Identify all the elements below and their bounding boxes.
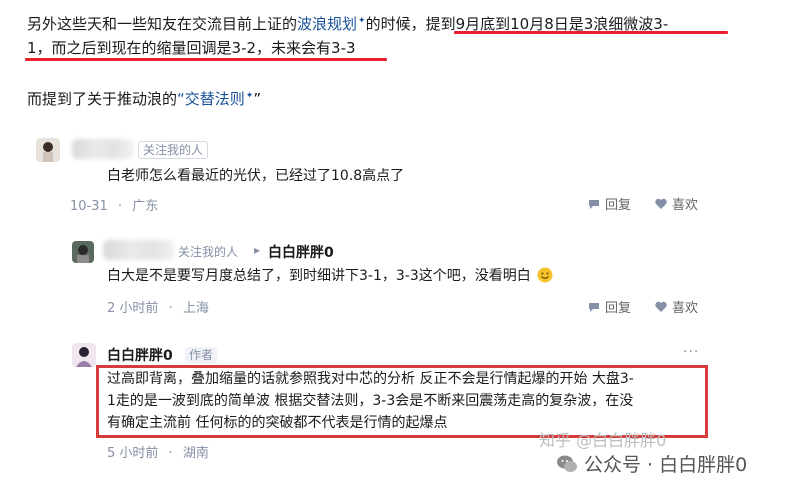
wechat-icon xyxy=(557,455,577,472)
comment-bubble-icon xyxy=(589,302,599,312)
reply-button[interactable]: 回复 xyxy=(587,297,631,316)
avatar[interactable] xyxy=(36,138,60,162)
comment-location: 上海 xyxy=(182,301,209,316)
comment-text-line-2: 1走的是一波到底的简单波 根据交替法则，3-3会是不断来回震荡走高的复杂波，在没 xyxy=(107,393,634,409)
comment-meta: 2 小时前 · 上海 xyxy=(107,297,209,316)
alternation-rule-link[interactable]: “交替法则 xyxy=(177,90,245,108)
meta-dot: · xyxy=(168,301,173,316)
reply-label: 回复 xyxy=(605,198,632,213)
comment-meta: 10-31 · 广东 xyxy=(70,195,158,214)
follow-tag: 关注我的人 xyxy=(178,245,239,259)
heart-icon xyxy=(655,301,667,312)
author-avatar[interactable] xyxy=(72,343,96,367)
comment-date: 5 小时前 xyxy=(107,446,159,461)
like-label: 喜欢 xyxy=(672,301,699,316)
meta-dot: · xyxy=(168,446,173,461)
article-line-3: 而提到了关于推动浪的“交替法则✦” xyxy=(27,86,261,109)
follow-tag: 关注我的人 xyxy=(138,141,209,159)
comment-text-line-1: 过高即背离，叠加缩量的话就参照我对中芯的分析 反正不会是行情起爆的开始 大盘3- xyxy=(107,371,634,387)
like-label: 喜欢 xyxy=(672,198,699,213)
username-blurred xyxy=(72,139,134,159)
like-button[interactable]: 喜欢 xyxy=(654,297,698,316)
avatar[interactable] xyxy=(72,241,94,263)
sparkle-icon: ✦ xyxy=(358,16,366,26)
wechat-watermark-text: 公众号 · 白白胖胖0 xyxy=(584,454,748,476)
red-underline xyxy=(25,58,387,61)
heart-icon xyxy=(655,198,667,209)
comment-text-body: 白大是不是要写月度总结了，到时细讲下3-1，3-3这个吧，没看明白 xyxy=(107,268,531,284)
reply-label: 回复 xyxy=(605,301,632,316)
comment-location: 广东 xyxy=(132,199,159,214)
comment-date: 10-31 xyxy=(70,199,108,214)
comment-location: 湖南 xyxy=(182,446,209,461)
article-text: 的时候， xyxy=(365,15,426,33)
comment-author[interactable]: 白白胖胖0 xyxy=(107,345,173,365)
comment-text-line-3: 有确定主流前 任何标的的突破都不代表是行情的起爆点 xyxy=(107,415,448,431)
zhihu-watermark: 知乎 @白白胖胖0 xyxy=(539,431,667,450)
comment-meta: 5 小时前 · 湖南 xyxy=(107,442,209,461)
reply-button[interactable]: 回复 xyxy=(587,194,631,213)
comment-text: 白大是不是要写月度总结了，到时细讲下3-1，3-3这个吧，没看明白 xyxy=(107,266,553,286)
article-line-2: 1，而之后到现在的缩量回调是3-2，未来会有3-3 xyxy=(27,39,356,57)
username-blurred xyxy=(103,240,175,260)
like-button[interactable]: 喜欢 xyxy=(654,194,698,213)
article-text: ” xyxy=(253,90,262,108)
wave-plan-link[interactable]: 波浪规划 xyxy=(297,15,357,33)
more-options-icon[interactable]: ··· xyxy=(683,344,699,360)
comment-text: 白老师怎么看最近的光伏，已经过了10.8高点了 xyxy=(107,168,405,184)
comment-date: 2 小时前 xyxy=(107,301,159,316)
comment-bubble-icon xyxy=(589,199,599,209)
wechat-watermark: 公众号 · 白白胖胖0 xyxy=(556,450,747,477)
article-text: 而提到了关于推动浪的 xyxy=(27,90,178,108)
reply-arrow-icon: ▸ xyxy=(254,243,261,257)
author-tag: 作者 xyxy=(185,347,218,363)
smile-emoji-icon xyxy=(537,267,553,283)
reply-to-author[interactable]: 白白胖胖0 xyxy=(268,242,334,262)
meta-dot: · xyxy=(117,199,123,214)
article-text: 另外这些天和一些知友在交流目前上证的 xyxy=(27,15,298,33)
red-underline xyxy=(454,31,728,34)
